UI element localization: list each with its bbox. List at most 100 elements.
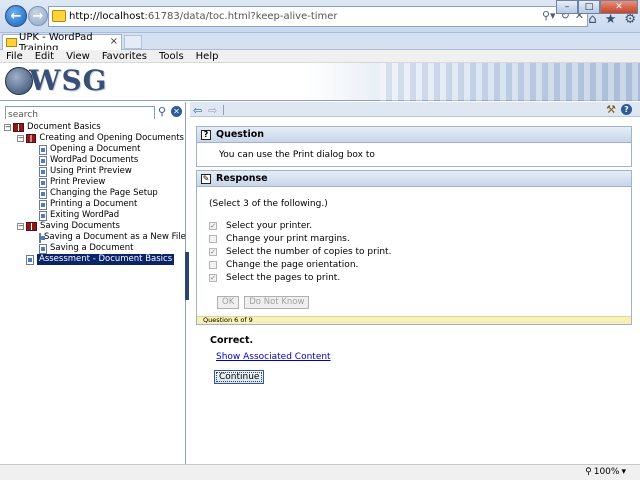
question-panel: ? Question You can use the Print dialog … <box>196 126 632 167</box>
feedback-result: Correct. <box>210 335 254 346</box>
menu-tools[interactable]: Tools <box>153 51 190 62</box>
toc-pane: ⚲ ✕ −Document Basics−Creating and Openin… <box>0 102 186 464</box>
toc-item[interactable]: − Saving Documents <box>4 221 184 232</box>
option-checkbox[interactable] <box>209 260 217 269</box>
address-url: http://localhost:61783/data/toc.html?kee… <box>69 11 338 22</box>
book-icon <box>26 222 37 231</box>
clear-search-icon[interactable]: ✕ <box>171 106 182 117</box>
menu-favorites[interactable]: Favorites <box>96 51 153 62</box>
option-checkbox[interactable]: ✓ <box>209 273 217 282</box>
collapse-toggle-icon[interactable]: − <box>17 223 24 230</box>
topic-page-icon <box>39 166 47 177</box>
question-text: You can use the Print dialog box to <box>219 150 375 160</box>
toc-item-label: Saving a Document <box>50 243 134 253</box>
toc-item-label: Using Print Preview <box>50 166 132 176</box>
show-associated-content-link[interactable]: Show Associated Content <box>216 352 331 362</box>
toc-item[interactable]: Saving a Document <box>4 243 184 254</box>
toc-item[interactable]: Assessment - Document Basics <box>4 254 184 265</box>
book-icon <box>13 123 24 132</box>
toc-item-label: Printing a Document <box>50 199 138 209</box>
minimize-button[interactable]: – <box>556 0 578 14</box>
zoom-dropdown-icon[interactable]: ▾ <box>621 467 626 477</box>
logo-text: WSG <box>29 64 108 97</box>
tab-favicon-icon <box>6 38 17 47</box>
search-box <box>5 106 155 121</box>
toc-item-label: Assessment - Document Basics <box>37 254 175 265</box>
response-instruction: (Select 3 of the following.) <box>209 199 328 209</box>
option-label: Change your print margins. <box>226 233 350 244</box>
toc-item-label: Opening a Document <box>50 144 141 154</box>
menu-bar: File Edit View Favorites Tools Help <box>0 50 640 63</box>
collapse-toggle-icon[interactable]: − <box>17 135 24 142</box>
toc-item-label: WordPad Documents <box>50 155 139 165</box>
zoom-control[interactable]: ⚲ 100% ▾ <box>585 467 626 477</box>
pane-splitter-handle[interactable] <box>185 252 189 300</box>
tab-close-icon[interactable]: × <box>110 36 118 47</box>
option-label: Change the page orientation. <box>226 259 359 270</box>
search-input[interactable] <box>6 109 154 121</box>
previous-arrow-icon[interactable]: ⇦ <box>193 104 202 117</box>
toc-item-label: Saving a Document as a New File <box>44 232 186 242</box>
status-bar: ⚲ 100% ▾ <box>0 464 640 480</box>
toc-item-label: Creating and Opening Documents <box>39 133 184 143</box>
toc-item[interactable]: WordPad Documents <box>4 155 184 166</box>
option-checkbox[interactable] <box>209 234 217 243</box>
zoom-magnifier-icon: ⚲ <box>585 467 592 477</box>
back-icon[interactable]: ← <box>5 5 27 27</box>
topic-page-icon <box>39 210 47 221</box>
toc-item[interactable]: Exiting WordPad <box>4 210 184 221</box>
option-label: Select the number of copies to print. <box>226 246 392 257</box>
question-page-icon <box>39 155 47 166</box>
site-favicon-icon <box>52 10 66 22</box>
toc-item[interactable]: Using Print Preview <box>4 166 184 177</box>
toc-item-label: Document Basics <box>27 122 101 132</box>
ok-button[interactable]: OK <box>217 296 240 309</box>
question-header: ? Question <box>197 127 631 143</box>
browser-tab[interactable]: UPK - WordPad Training × <box>2 32 122 54</box>
next-arrow-icon[interactable]: ⇨ <box>208 104 217 117</box>
settings-gear-icon[interactable]: ⚙ <box>624 12 636 27</box>
topic-page-icon <box>39 188 47 199</box>
toc-tree: − Document Basics − Creating and Opening Do… <box>4 122 186 265</box>
toc-item[interactable]: Opening a Document <box>4 144 184 155</box>
question-icon: ? <box>201 129 211 140</box>
favorites-star-icon[interactable]: ★ <box>605 12 617 27</box>
response-option: Change your print margins. <box>209 232 391 245</box>
topic-page-icon <box>26 254 34 265</box>
address-bar[interactable]: http://localhost:61783/data/toc.html?kee… <box>48 6 588 27</box>
question-page-icon <box>39 177 47 188</box>
collapse-toggle-icon[interactable]: − <box>4 124 11 131</box>
tools-icon[interactable]: ⚒ <box>606 103 616 116</box>
do-not-know-button[interactable]: Do Not Know <box>244 296 310 309</box>
continue-button[interactable]: Continue <box>214 370 265 384</box>
menu-help[interactable]: Help <box>190 51 225 62</box>
topic-page-icon <box>39 199 47 210</box>
menu-file[interactable]: File <box>0 51 29 62</box>
option-checkbox[interactable]: ✓ <box>209 247 217 256</box>
home-icon[interactable]: ⌂ <box>588 12 596 27</box>
toc-item[interactable]: − Creating and Opening Documents <box>4 133 184 144</box>
content-toolbar: ⇦ ⇨ ⚒ ? <box>190 102 640 117</box>
toc-item[interactable]: Saving a Document as a New File <box>4 232 186 243</box>
menu-edit[interactable]: Edit <box>29 51 60 62</box>
tab-strip: UPK - WordPad Training × <box>0 32 640 54</box>
menu-view[interactable]: View <box>60 51 96 62</box>
option-checkbox[interactable]: ✓ <box>209 221 217 230</box>
response-option: ✓ Select the number of copies to print. <box>209 245 391 258</box>
question-page-icon <box>39 243 47 254</box>
toc-item[interactable]: Printing a Document <box>4 199 184 210</box>
toc-item[interactable]: Print Preview <box>4 177 184 188</box>
help-icon[interactable]: ? <box>621 104 632 115</box>
forward-icon[interactable]: → <box>28 6 48 26</box>
response-option: Change the page orientation. <box>209 258 391 271</box>
search-icon[interactable]: ⚲ <box>158 105 170 118</box>
search-dropdown-icon[interactable]: ⚲▾ <box>542 9 556 22</box>
response-option: ✓ Select the pages to print. <box>209 271 391 284</box>
topic-page-icon <box>39 232 45 243</box>
new-tab-button[interactable] <box>124 35 142 49</box>
toc-item[interactable]: Changing the Page Setup <box>4 188 184 199</box>
option-label: Select the pages to print. <box>226 272 341 283</box>
toolbar-divider <box>223 105 224 115</box>
content-pane: ⇦ ⇨ ⚒ ? ? Question You can use the Print… <box>190 102 640 464</box>
toc-item[interactable]: − Document Basics <box>4 122 184 133</box>
